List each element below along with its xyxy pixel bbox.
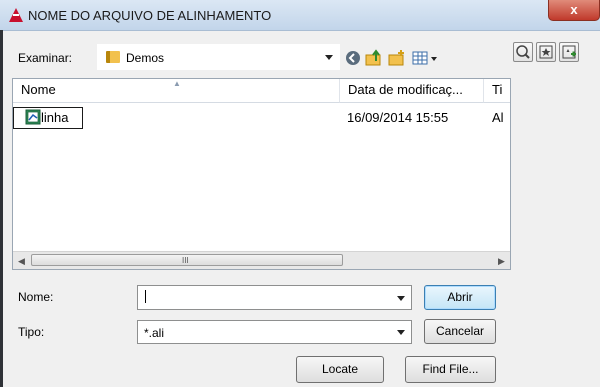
back-icon[interactable] (344, 49, 362, 67)
search-web-icon[interactable] (513, 42, 533, 62)
file-type-label: Tipo: (18, 325, 45, 339)
look-in-combobox[interactable]: Demos (97, 44, 340, 70)
file-type: Al (492, 110, 504, 125)
alignment-file-icon (25, 109, 41, 125)
chevron-down-icon (397, 330, 405, 335)
add-favorite-icon[interactable] (559, 42, 579, 62)
cancel-button[interactable]: Cancelar (424, 319, 496, 344)
horizontal-scrollbar[interactable]: ◀ III ▶ (13, 251, 510, 269)
column-header-name[interactable]: Nome ▲ (13, 79, 340, 103)
table-row[interactable]: linha 16/09/2014 15:55 Al (13, 107, 510, 129)
file-name-input[interactable] (137, 285, 412, 310)
scroll-thumb[interactable]: III (31, 254, 343, 266)
open-button[interactable]: Abrir (424, 285, 496, 310)
view-menu-icon[interactable] (412, 49, 440, 67)
title-bar: NOME DO ARQUIVO DE ALINHAMENTO x (0, 0, 600, 31)
autocad-logo-icon (9, 8, 23, 22)
new-folder-icon[interactable] (388, 49, 406, 67)
chevron-down-icon (397, 295, 405, 301)
look-in-label: Examinar: (18, 51, 73, 65)
look-in-value: Demos (126, 51, 165, 65)
file-list[interactable]: Nome ▲ Data de modificaç... Ti linha 16/… (12, 78, 511, 270)
file-name-label: Nome: (18, 290, 54, 304)
chevron-down-icon (325, 55, 333, 60)
find-file-button[interactable]: Find File... (405, 356, 496, 383)
sort-up-icon: ▲ (173, 79, 181, 88)
scroll-left-icon[interactable]: ◀ (18, 256, 25, 267)
file-date: 16/09/2014 15:55 (347, 110, 449, 125)
close-button[interactable]: x (548, 0, 600, 21)
column-header-date[interactable]: Data de modificaç... (340, 79, 484, 103)
locate-button[interactable]: Locate (296, 356, 384, 383)
file-type-select[interactable]: *.ali (137, 320, 412, 344)
scroll-grip: III (182, 256, 189, 265)
favorites-icon[interactable] (536, 42, 556, 62)
dialog-title: NOME DO ARQUIVO DE ALINHAMENTO (28, 8, 272, 23)
folder-icon (106, 51, 120, 63)
file-name: linha (41, 110, 69, 125)
file-dialog: NOME DO ARQUIVO DE ALINHAMENTO x Examina… (0, 0, 600, 387)
up-folder-icon[interactable] (365, 49, 383, 67)
text-caret (145, 290, 146, 303)
window-frame (0, 30, 3, 387)
column-header-type[interactable]: Ti (484, 79, 510, 103)
scroll-right-icon[interactable]: ▶ (498, 256, 505, 267)
